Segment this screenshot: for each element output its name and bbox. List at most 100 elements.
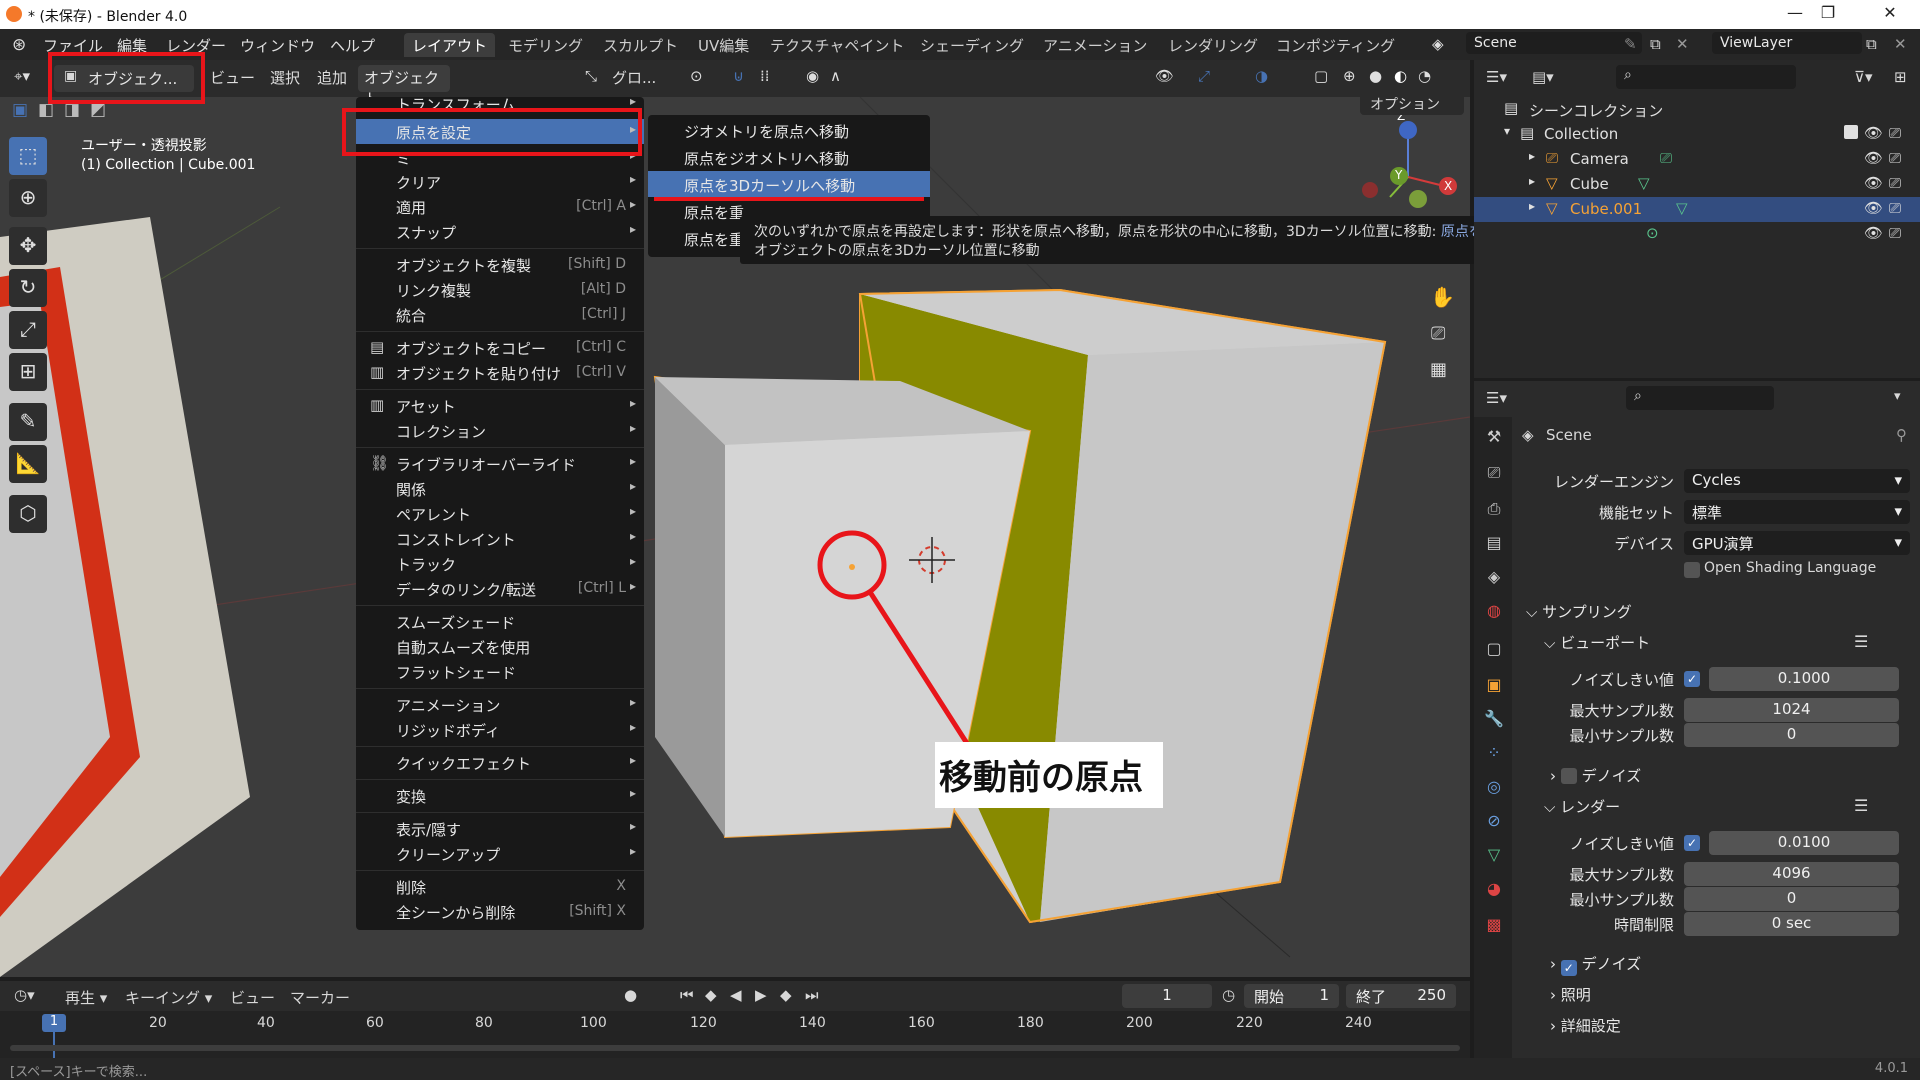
properties-editor-icon[interactable]: ☰▾ <box>1486 389 1507 407</box>
menu-item-constraint[interactable]: コンストレイント ▸ <box>356 526 644 551</box>
snap-target-icon[interactable]: ⁞⁞ <box>760 67 770 85</box>
outliner-row-camera[interactable]: ▸ ⎚ Camera ⎚ 👁 ⎚ <box>1474 147 1920 172</box>
menu-item-paste[interactable]: ▥ オブジェクトを貼り付け [Ctrl] V <box>356 360 644 385</box>
render-camera-icon[interactable]: ⎚ <box>1889 149 1901 167</box>
scene-tab-icon[interactable]: ◈ <box>1484 567 1504 587</box>
menu-item-show-hide[interactable]: 表示/隠す ▸ <box>356 816 644 841</box>
transform-orientation-icon[interactable]: ⤡ <box>585 67 597 85</box>
menu-item-snap[interactable]: スナップ ▸ <box>356 219 644 244</box>
timeline-editor-icon[interactable]: ◷▾ <box>14 986 35 1004</box>
menu-item-quick-effects[interactable]: クイックエフェクト ▸ <box>356 750 644 775</box>
render-tab-icon[interactable]: ⎚ <box>1484 463 1504 483</box>
new-viewlayer-icon[interactable]: ⧉ <box>1866 35 1877 53</box>
physics-tab-icon[interactable]: ◎ <box>1484 777 1504 797</box>
gizmo-axis-y[interactable]: Y <box>1395 168 1402 182</box>
end-frame-field[interactable]: 終了 250 <box>1346 984 1456 1008</box>
tab-animation[interactable]: アニメーション <box>1035 33 1155 57</box>
blender-menu-icon[interactable]: ⊛ <box>12 35 26 55</box>
outliner-row-cube-001[interactable]: ▸ ▽ Cube.001 ▽ 👁 ⎚ <box>1474 197 1920 222</box>
timeline-body[interactable]: 1 20 40 60 80 100 120 140 160 180 200 22… <box>0 1011 1470 1058</box>
current-frame-field[interactable]: 1 <box>1122 984 1212 1008</box>
menu-help[interactable]: ヘルプ <box>330 35 375 56</box>
menu-item-delete[interactable]: 削除 X <box>356 874 644 899</box>
pin-icon[interactable]: ⚲ <box>1896 426 1907 444</box>
filter-icon[interactable]: ⊽▾ <box>1854 68 1873 86</box>
select-box-tool[interactable]: ⬚ <box>9 137 47 175</box>
move-tool[interactable]: ✥ <box>9 227 47 265</box>
delete-scene-icon[interactable]: ✕ <box>1676 35 1689 53</box>
texture-tab-icon[interactable]: ▩ <box>1484 915 1504 935</box>
menu-playback[interactable]: 再生 ▾ <box>65 987 107 1008</box>
visibility-icon[interactable]: 👁 <box>1155 67 1174 85</box>
tab-rendering[interactable]: レンダリング <box>1160 33 1266 57</box>
tab-texture-paint[interactable]: テクスチャペイント <box>762 33 912 57</box>
delete-viewlayer-icon[interactable]: ✕ <box>1894 35 1907 53</box>
jump-start-icon[interactable]: ⏮ <box>680 986 694 1004</box>
menu-item-library-override[interactable]: ⛓ ライブラリオーバーライド ▸ <box>356 451 644 476</box>
menu-add[interactable]: 追加 <box>317 67 347 88</box>
render-camera-icon[interactable]: ⎚ <box>1889 224 1901 242</box>
material-shading-icon[interactable]: ◐ <box>1394 67 1407 85</box>
menu-item-duplicate[interactable]: オブジェクトを複製 [Shift] D <box>356 252 644 277</box>
modifier-tab-icon[interactable]: 🔧 <box>1484 709 1504 729</box>
render-denoise-section[interactable]: › ✓ デノイズ <box>1550 953 1641 976</box>
gizmo-icon[interactable]: ⤢ <box>1198 67 1210 85</box>
particles-tab-icon[interactable]: ⁘ <box>1484 743 1504 763</box>
menu-keying[interactable]: キーイング ▾ <box>125 987 212 1008</box>
material-tab-icon[interactable]: ◕ <box>1484 879 1504 899</box>
scene-selector-icon[interactable]: ◈ <box>1432 35 1444 53</box>
next-keyframe-icon[interactable]: ◆ <box>780 986 792 1004</box>
camera-view-icon[interactable]: ⎚ <box>1431 323 1445 344</box>
lighting-section[interactable]: › 照明 <box>1550 984 1591 1005</box>
menu-view[interactable]: ビュー <box>210 67 255 88</box>
cursor-tool[interactable]: ⊕ <box>9 179 47 217</box>
menu-item-shade-smooth[interactable]: スムーズシェード <box>356 609 644 634</box>
options-button[interactable]: オプション <box>1360 97 1464 115</box>
chevron-down-icon[interactable]: ▾ <box>1894 389 1901 404</box>
render-camera-icon[interactable]: ⎚ <box>1889 174 1901 192</box>
visibility-eye-icon[interactable]: 👁 <box>1864 224 1883 242</box>
menu-item-relations[interactable]: 関係 ▸ <box>356 476 644 501</box>
pin-icon[interactable]: ✎ <box>1624 35 1637 53</box>
menu-window[interactable]: ウィンドウ <box>240 35 315 56</box>
visibility-eye-icon[interactable]: 👁 <box>1864 199 1883 217</box>
menu-item-shade-flat[interactable]: フラットシェード <box>356 659 644 684</box>
render-camera-icon[interactable]: ⎚ <box>1889 199 1901 217</box>
outliner-row-cube[interactable]: ▸ ▽ Cube ▽ 👁 ⎚ <box>1474 172 1920 197</box>
submenu-origin-to-geometry[interactable]: 原点をジオメトリへ移動 <box>648 144 930 170</box>
menu-item-apply[interactable]: 適用 [Ctrl] A ▸ <box>356 194 644 219</box>
menu-item-copy[interactable]: ▤ オブジェクトをコピー [Ctrl] C <box>356 335 644 360</box>
data-tab-icon[interactable]: ▽ <box>1484 845 1504 865</box>
snap-icon[interactable]: ⊍ <box>733 67 744 85</box>
advanced-section[interactable]: › 詳細設定 <box>1550 1015 1621 1036</box>
transform-tool[interactable]: ⊞ <box>9 353 47 391</box>
add-cube-tool[interactable]: ⬡ <box>9 495 47 533</box>
solid-shading-icon[interactable]: ● <box>1369 67 1382 85</box>
menu-item-link-transfer[interactable]: データのリンク/転送 [Ctrl] L ▸ <box>356 576 644 601</box>
menu-item-track[interactable]: トラック ▸ <box>356 551 644 576</box>
menu-item-clear[interactable]: クリア ▸ <box>356 169 644 194</box>
clock-icon[interactable]: ◷ <box>1222 986 1235 1004</box>
view-layer-tab-icon[interactable]: ▤ <box>1484 533 1504 553</box>
osl-checkbox[interactable] <box>1684 562 1700 578</box>
menu-item-parent[interactable]: ペアレント ▸ <box>356 501 644 526</box>
render-max-samples-field[interactable]: 4096 <box>1684 862 1899 886</box>
menu-item-animation[interactable]: アニメーション ▸ <box>356 692 644 717</box>
wireframe-shading-icon[interactable]: ⊕ <box>1343 67 1356 85</box>
render-min-samples-field[interactable]: 0 <box>1684 887 1899 911</box>
outliner-search-input[interactable]: ⌕ <box>1616 65 1796 89</box>
tab-compositing[interactable]: コンポジティング <box>1268 33 1403 57</box>
outliner-row-light[interactable]: ⊙ 👁 ⎚ <box>1474 222 1920 247</box>
menu-item-auto-smooth[interactable]: 自動スムーズを使用 <box>356 634 644 659</box>
properties-search-input[interactable]: ⌕ <box>1626 386 1774 410</box>
select-new-icon[interactable]: ▣ <box>12 100 28 120</box>
menu-item-convert[interactable]: 変換 ▸ <box>356 783 644 808</box>
pivot-icon[interactable]: ⊙ <box>690 67 703 85</box>
viewport-subsection[interactable]: ⌵ ビューポート <box>1544 632 1650 653</box>
prev-keyframe-icon[interactable]: ◆ <box>705 986 717 1004</box>
render-noise-checkbox[interactable]: ✓ <box>1684 835 1700 851</box>
new-scene-icon[interactable]: ⧉ <box>1650 35 1661 53</box>
rendered-shading-icon[interactable]: ◔ <box>1418 67 1431 85</box>
start-frame-field[interactable]: 開始 1 <box>1244 984 1339 1008</box>
measure-tool[interactable]: 📐 <box>9 445 47 483</box>
